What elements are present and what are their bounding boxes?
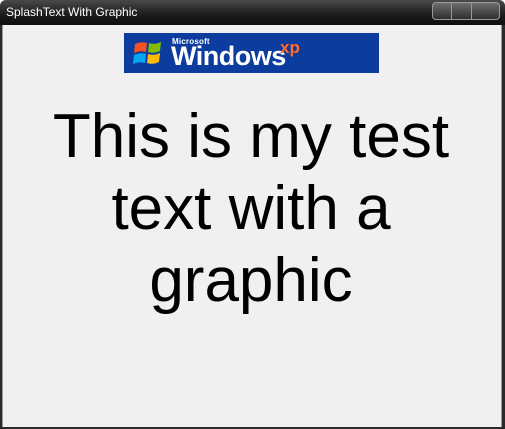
logo-windows-text: Windows — [171, 41, 286, 71]
windows-xp-logo: Microsoft Windows xp — [124, 33, 379, 73]
windows-flag-icon — [133, 42, 161, 64]
client-area: Microsoft Windows xp This is my test tex… — [2, 25, 502, 427]
logo-xp-text: xp — [280, 38, 300, 57]
title-bar[interactable]: SplashText With Graphic — [0, 0, 505, 25]
maximize-button[interactable] — [452, 3, 472, 19]
caption-buttons — [432, 2, 500, 20]
splash-window: SplashText With Graphic Microsoft Window… — [0, 0, 505, 429]
minimize-button[interactable] — [433, 3, 453, 19]
splash-text-line: text with a — [111, 174, 391, 243]
splash-text-line: This is my test — [52, 102, 450, 171]
close-button[interactable] — [472, 3, 499, 19]
window-title: SplashText With Graphic — [6, 5, 138, 19]
splash-text: This is my test text with a graphic — [3, 101, 499, 317]
splash-text-line: graphic — [149, 246, 353, 315]
